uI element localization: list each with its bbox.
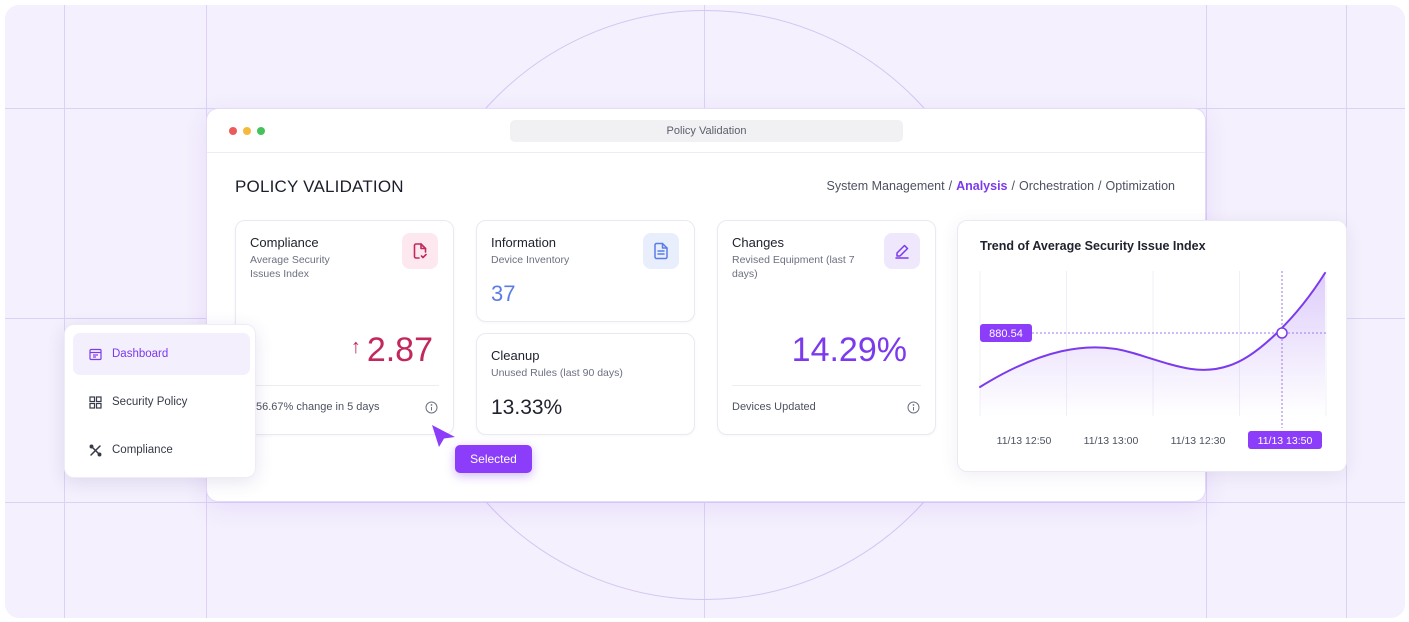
changes-footer-text: Devices Updated (732, 401, 816, 413)
tools-icon (89, 444, 102, 456)
card-title: Information (491, 235, 557, 250)
compliance-change-text: 56.67% change in 5 days (256, 401, 380, 413)
compliance-metric: ↑ 2.87 (351, 331, 433, 370)
compliance-card[interactable]: Compliance Average Security Issues Index… (235, 220, 454, 435)
floating-sidebar: Dashboard Security Policy Compliance (64, 324, 256, 478)
title-bar: Policy Validation (207, 109, 1205, 153)
maximize-dot[interactable] (257, 127, 265, 135)
information-card[interactable]: Information Device Inventory 37 (476, 220, 695, 322)
mouse-cursor-icon (432, 425, 455, 447)
x-tick-label: 11/13 13:50 (1258, 435, 1313, 447)
breadcrumb-analysis[interactable]: Analysis (956, 179, 1007, 193)
breadcrumb-orchestration[interactable]: Orchestration (1019, 179, 1094, 193)
info-icon[interactable] (425, 401, 438, 414)
document-check-icon (402, 233, 438, 269)
sidebar-item-compliance[interactable]: Compliance (73, 429, 250, 471)
sidebar-item-security-policy[interactable]: Security Policy (73, 381, 250, 423)
page-title: POLICY VALIDATION (235, 177, 404, 196)
sidebar-item-label: Dashboard (112, 348, 169, 360)
changes-value: 14.29% (791, 331, 907, 369)
breadcrumb-system-management[interactable]: System Management (827, 179, 945, 193)
card-subtitle: Revised Equipment (last 7 days) (732, 254, 855, 280)
breadcrumb-separator: / (1098, 179, 1102, 193)
trend-chart: 880.54 11/13 12:50 11/13 13:00 11/13 12:30 1… (979, 271, 1327, 449)
information-value: 37 (491, 281, 516, 306)
highlight-point[interactable] (1276, 327, 1288, 339)
card-subtitle: Device Inventory (491, 254, 570, 266)
breadcrumb-separator: / (1011, 179, 1015, 193)
dashboard-icon (89, 348, 102, 360)
compliance-value: 2.87 (366, 331, 433, 369)
x-tick-label: 11/13 12:30 (1171, 435, 1226, 447)
card-subtitle: Average Security Issues Index (250, 254, 330, 280)
cleanup-card[interactable]: Cleanup Unused Rules (last 90 days) 13.3… (476, 333, 695, 435)
sidebar-item-label: Compliance (112, 444, 173, 456)
card-title: Compliance (250, 235, 319, 250)
sidebar-item-label: Security Policy (112, 396, 188, 408)
grid-icon (89, 395, 102, 409)
document-list-icon (643, 233, 679, 269)
trend-chart-card: Trend of Average Security Issue Index 88… (957, 220, 1347, 472)
divider (732, 385, 921, 386)
card-title: Changes (732, 235, 785, 250)
value-label: 880.54 (989, 328, 1023, 340)
changes-card[interactable]: Changes Revised Equipment (last 7 days) … (717, 220, 936, 435)
selected-tooltip: Selected (455, 445, 532, 473)
address-bar[interactable]: Policy Validation (510, 120, 903, 142)
window-controls (229, 127, 265, 135)
sidebar-item-dashboard[interactable]: Dashboard (73, 333, 250, 375)
breadcrumb-optimization[interactable]: Optimization (1106, 179, 1175, 193)
pencil-icon (884, 233, 920, 269)
trend-up-arrow-icon: ↑ (350, 336, 361, 358)
breadcrumb: System Management / Analysis / Orchestra… (827, 179, 1176, 193)
divider (250, 385, 439, 386)
minimize-dot[interactable] (243, 127, 251, 135)
info-icon[interactable] (907, 401, 920, 414)
x-tick-label: 11/13 13:00 (1084, 435, 1139, 447)
cleanup-value: 13.33% (491, 396, 563, 419)
breadcrumb-separator: / (948, 179, 953, 193)
x-tick-label: 11/13 12:50 (997, 435, 1052, 447)
card-title: Cleanup (491, 348, 540, 363)
card-subtitle: Unused Rules (last 90 days) (491, 367, 623, 379)
close-dot[interactable] (229, 127, 237, 135)
